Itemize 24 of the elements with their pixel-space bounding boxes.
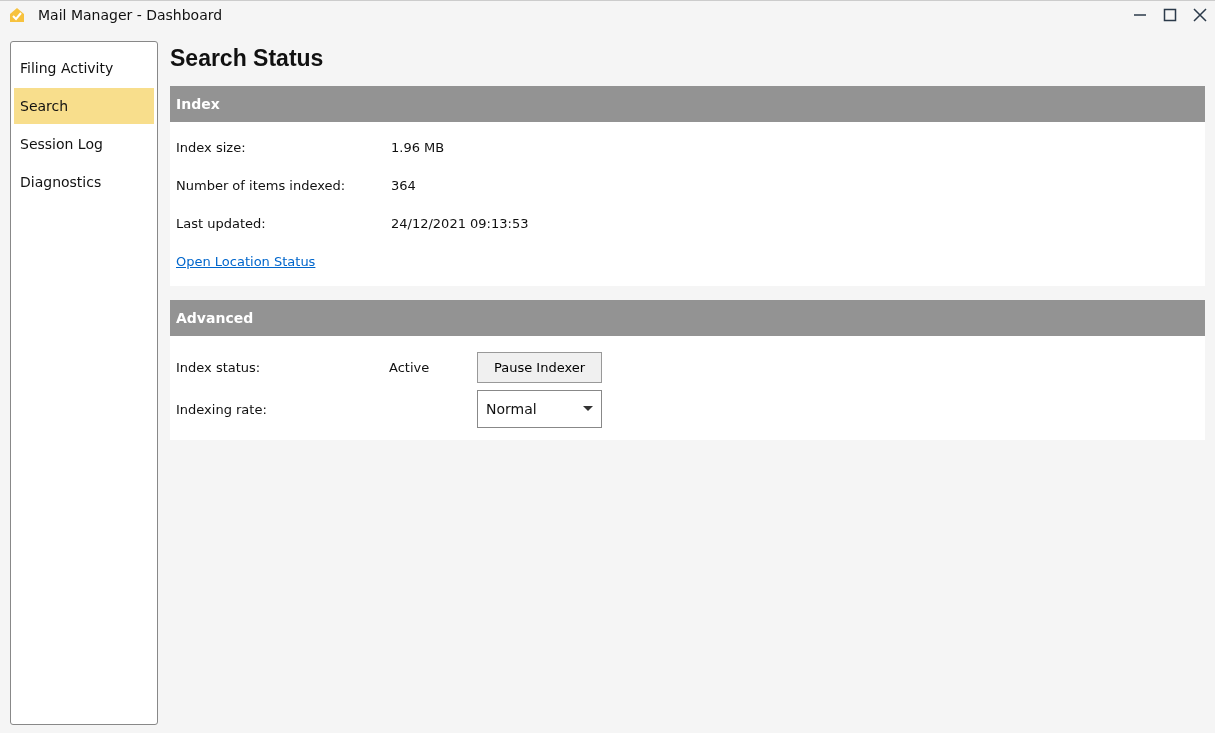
pause-indexer-button[interactable]: Pause Indexer [477,351,602,383]
open-location-status-link[interactable]: Open Location Status [176,253,316,269]
sidebar-item[interactable]: Diagnostics [14,164,154,200]
field-value: 364 [391,177,416,193]
caret-icon [583,406,593,412]
indexing-rate-dropdown[interactable]: Normal [477,390,602,428]
maximize-icon[interactable] [1163,8,1177,22]
sidebar-item[interactable]: Filing Activity [14,50,154,86]
field-value: 1.96 MB [391,139,445,155]
field-label: Last updated: [176,215,267,231]
field-label: Index size: [176,139,247,155]
page-title: Search Status [170,45,325,72]
section-header: Advanced [170,300,1205,336]
close-icon[interactable] [1193,8,1207,22]
section-header: Index [170,86,1205,122]
field-value: 24/12/2021 09:13:53 [391,215,529,231]
window-title: Mail Manager - Dashboard [38,7,223,23]
sidebar-item[interactable]: Search [14,88,154,124]
field-label: Number of items indexed: [176,177,347,193]
field-label: Indexing rate: [176,401,268,417]
status-value: Active [389,359,431,375]
sidebar-item[interactable]: Session Log [14,126,154,162]
app-logo-icon [8,6,26,24]
field-label: Index status: [176,359,262,375]
